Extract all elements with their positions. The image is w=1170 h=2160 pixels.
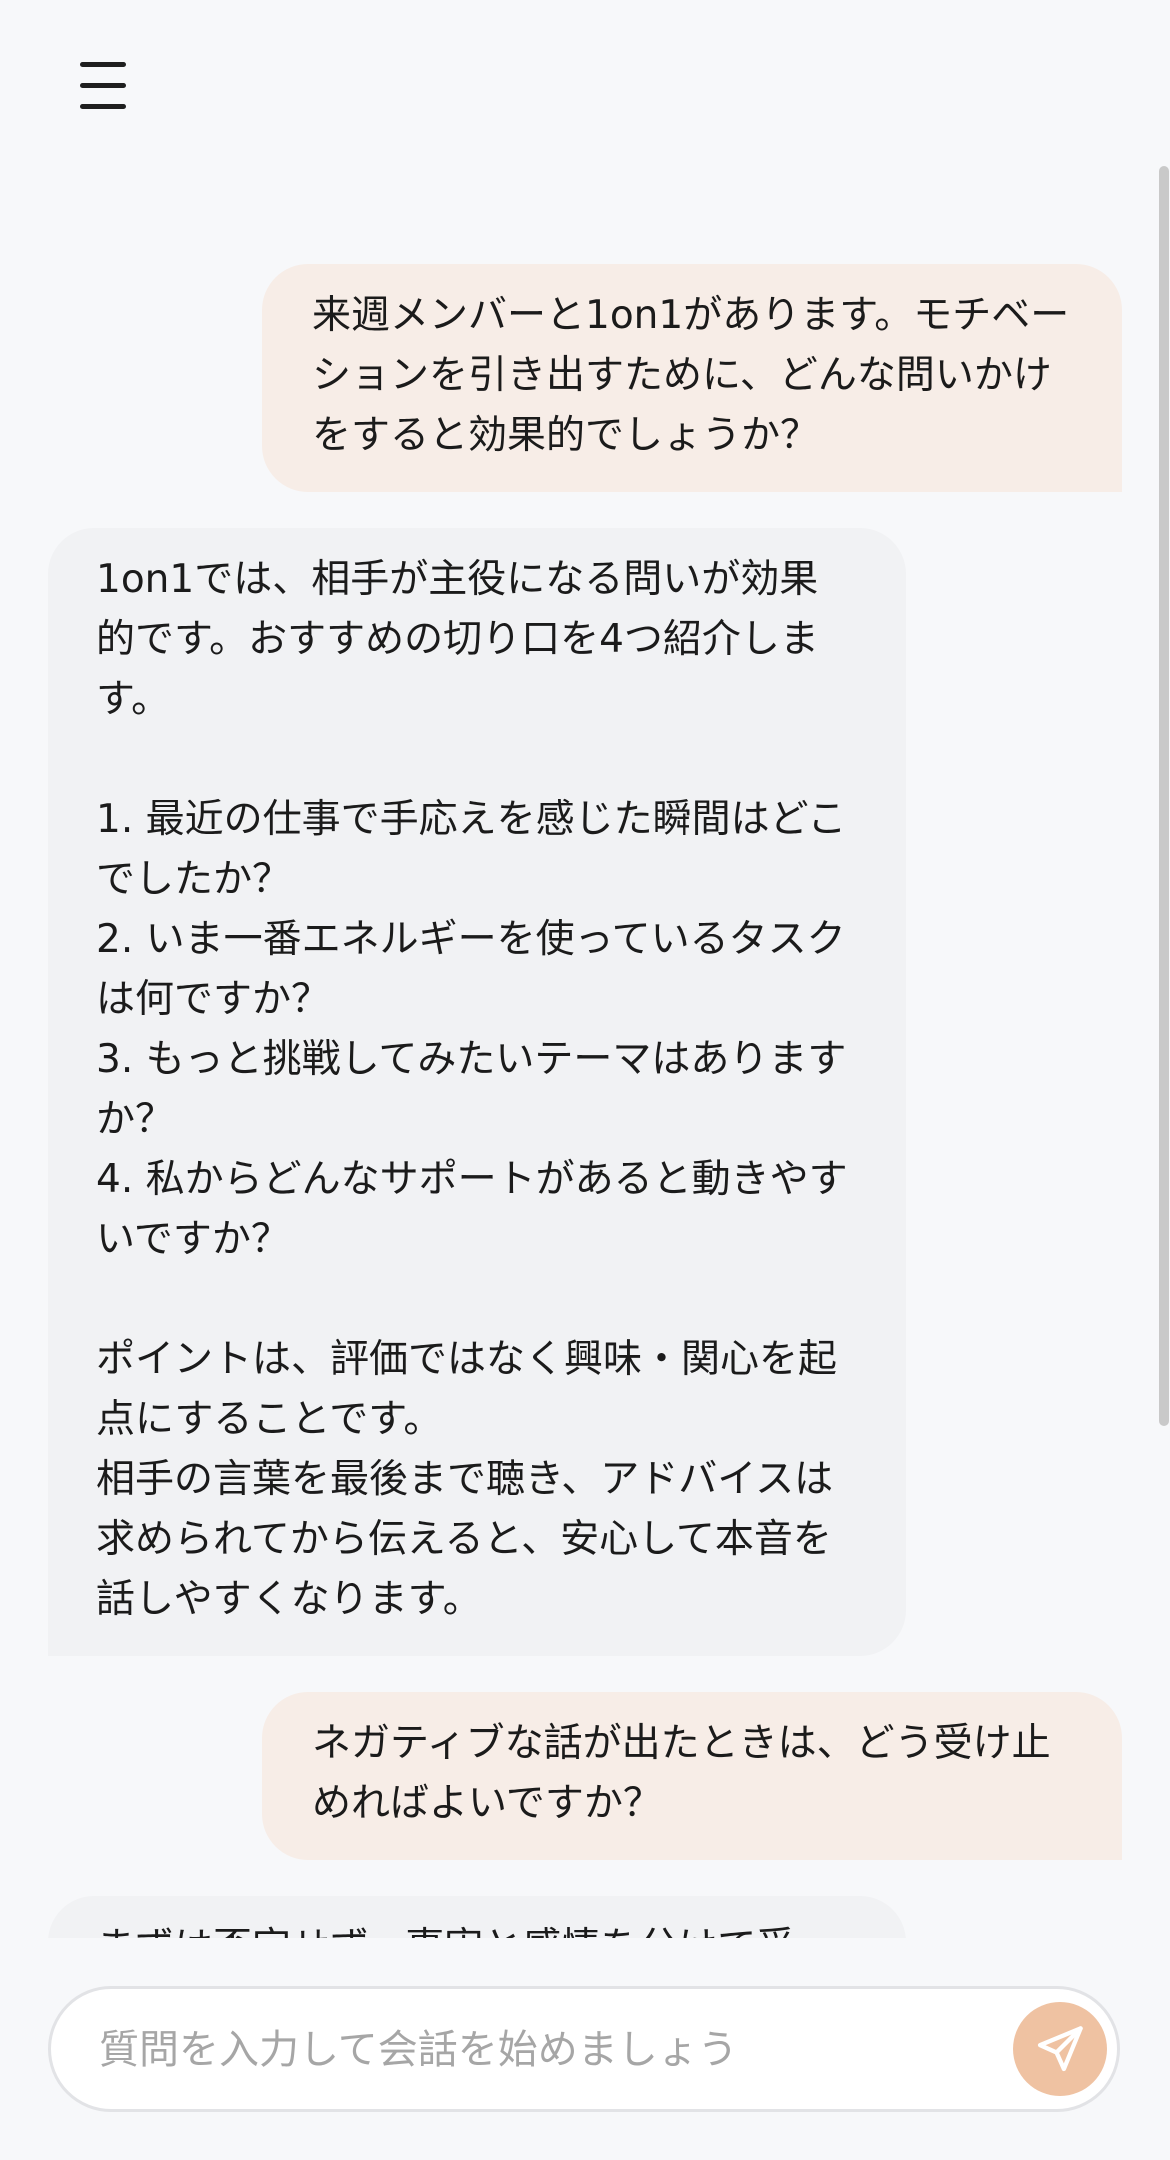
user-message-bubble: ネガティブな話が出たときは、どう受け止めればよいですか？: [262, 1692, 1122, 1860]
chat-scrollbar-thumb[interactable]: [1159, 166, 1169, 1426]
chat-app: 来週メンバーと1on1があります。モチベーションを引き出すために、どんな問いかけ…: [0, 0, 1170, 2160]
chat-scrollbar[interactable]: [1158, 166, 1170, 1426]
assistant-message-bubble: 1on1では、相手が主役になる問いが効果的です。おすすめの切り口を4つ紹介します…: [48, 528, 906, 1656]
message-composer: [48, 1986, 1120, 2112]
message-input[interactable]: [97, 2009, 1001, 2091]
send-button[interactable]: [1013, 2002, 1107, 2096]
user-message-bubble: 来週メンバーと1on1があります。モチベーションを引き出すために、どんな問いかけ…: [262, 264, 1122, 492]
paper-plane-icon: [1037, 2026, 1083, 2072]
chat-history[interactable]: 来週メンバーと1on1があります。モチベーションを引き出すために、どんな問いかけ…: [0, 0, 1158, 1938]
assistant-message-bubble: まずは否定せず、事実と感情を分けて受: [48, 1896, 906, 1938]
